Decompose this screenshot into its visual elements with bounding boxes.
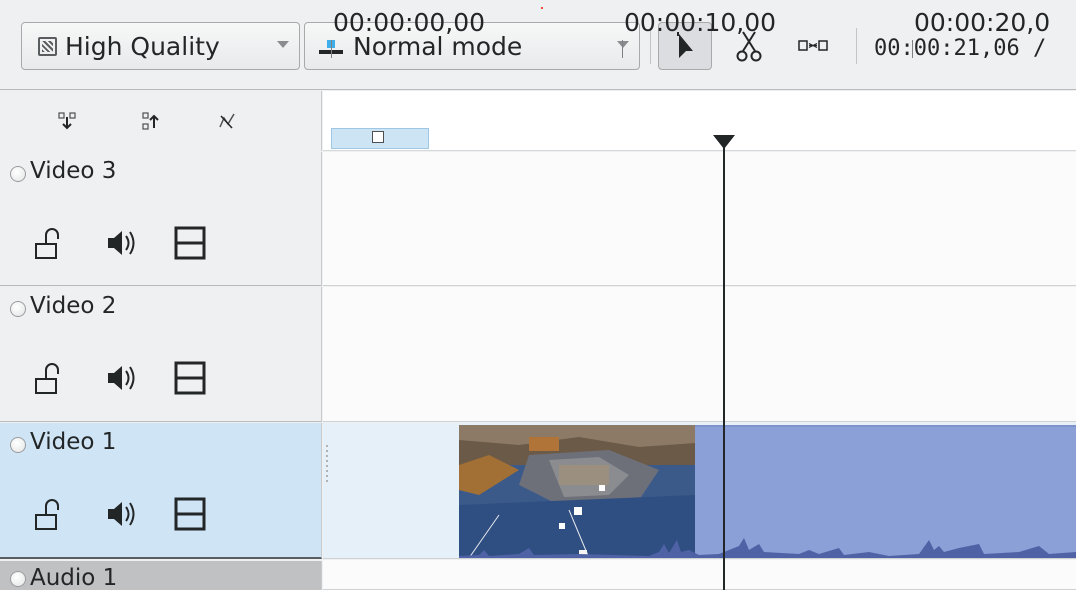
ruler-tick	[622, 40, 623, 58]
playhead-marker-icon[interactable]	[713, 135, 735, 149]
playhead-line[interactable]	[723, 135, 725, 590]
panel-splitter-handle[interactable]	[326, 445, 328, 485]
audio-waveform	[459, 538, 1076, 558]
track-name[interactable]: Audio 1	[30, 565, 117, 590]
track-target-radio[interactable]	[10, 301, 26, 317]
lock-open-icon[interactable]	[34, 361, 62, 395]
ruler-tick	[912, 40, 913, 58]
spacer-icon	[798, 40, 828, 51]
lock-open-icon[interactable]	[34, 497, 62, 531]
track-header-video-2[interactable]: Video 2	[0, 287, 322, 422]
track-target-radio[interactable]	[10, 166, 26, 182]
video-film-icon[interactable]	[174, 361, 206, 395]
video-2-lane[interactable]	[323, 287, 1076, 422]
video-film-icon[interactable]	[174, 497, 206, 531]
track-name[interactable]: Video 1	[30, 429, 116, 455]
ruler-label: 00:00:10,00	[624, 8, 777, 37]
status-dot	[541, 7, 543, 9]
track-header-video-1[interactable]: Video 1	[0, 423, 322, 559]
timeline-ruler[interactable]	[323, 91, 1076, 151]
quality-label: High Quality	[65, 31, 220, 61]
video-film-icon[interactable]	[174, 226, 206, 260]
spacer-tool-button[interactable]	[786, 22, 840, 70]
ruler-label: 00:00:00,00	[333, 8, 486, 37]
track-target-radio[interactable]	[10, 571, 26, 587]
lock-open-icon[interactable]	[34, 226, 62, 260]
ruler-tick	[331, 40, 332, 58]
keyframe-toggle-icon[interactable]	[218, 112, 236, 130]
track-name[interactable]: Video 2	[30, 293, 116, 319]
timecode-display: 00:00:21,06 /	[874, 36, 1047, 61]
timeline-window: High Quality Normal mode 00:00:21,06 / 0…	[0, 0, 1076, 590]
audio-mute-icon[interactable]	[104, 361, 138, 395]
audio-1-lane[interactable]	[323, 560, 1076, 590]
zone-marker-icon[interactable]	[372, 131, 384, 143]
track-name[interactable]: Video 3	[30, 158, 116, 184]
video-3-lane[interactable]	[323, 152, 1076, 286]
preview-quality-dropdown[interactable]: High Quality	[21, 22, 300, 70]
audio-mute-icon[interactable]	[104, 226, 138, 260]
toolbar-separator	[856, 28, 857, 64]
extract-track-icon[interactable]	[142, 112, 160, 130]
audio-mute-icon[interactable]	[104, 497, 138, 531]
quality-icon	[38, 36, 57, 56]
track-header-audio-1[interactable]: Audio 1	[0, 561, 322, 590]
chevron-down-icon	[277, 41, 289, 48]
chevron-down-icon	[617, 41, 629, 48]
insert-track-icon[interactable]	[58, 112, 76, 130]
ruler-label: 00:00:20,0	[914, 8, 1051, 37]
track-target-radio[interactable]	[10, 437, 26, 453]
track-header-toolbar	[0, 91, 322, 151]
track-header-video-3[interactable]: Video 3	[0, 152, 322, 286]
